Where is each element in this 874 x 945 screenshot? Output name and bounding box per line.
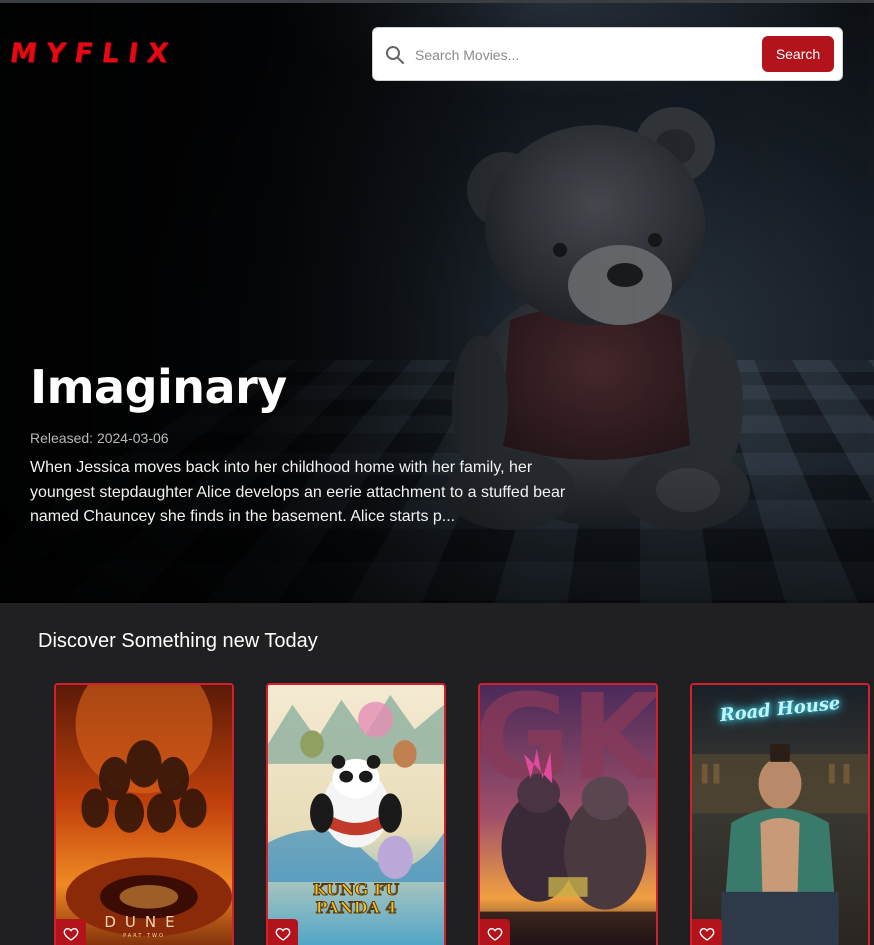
favorite-button[interactable] (56, 919, 86, 945)
movie-card-road-house[interactable]: Road House (690, 683, 870, 945)
search-bar: Search (372, 27, 843, 81)
movie-poster (56, 685, 232, 945)
svg-text:GK: GK (480, 685, 656, 807)
hero-release-label: Released: (30, 430, 94, 446)
discover-section: Discover Something new Today DUNE PART T… (0, 603, 874, 945)
hero-release-info: Released: 2024-03-06 (30, 430, 169, 446)
movie-card-godzilla-kong[interactable]: GK (478, 683, 658, 945)
heart-icon (699, 927, 715, 941)
movie-poster: GK (480, 685, 656, 945)
search-button[interactable]: Search (762, 36, 834, 72)
heart-icon (275, 927, 291, 941)
heart-icon (487, 927, 503, 941)
movie-poster (692, 685, 868, 945)
heart-icon (63, 927, 79, 941)
hero-overview: When Jessica moves back into her childho… (30, 459, 566, 525)
brand-logo[interactable]: MYFLIX (8, 38, 179, 69)
movie-card-dune[interactable]: DUNE PART TWO (54, 683, 234, 945)
search-icon (386, 46, 404, 64)
top-border (0, 0, 874, 3)
hero-release-date: 2024-03-06 (96, 430, 169, 446)
search-input[interactable] (413, 40, 753, 70)
favorite-button[interactable] (692, 919, 722, 945)
hero-title: Imaginary (30, 360, 287, 414)
hero-banner: MYFLIX Search Imaginary Released: 2024-0… (0, 0, 874, 603)
favorite-button[interactable] (268, 919, 298, 945)
movie-poster (268, 685, 444, 945)
section-title: Discover Something new Today (38, 630, 318, 652)
app: MYFLIX Search Imaginary Released: 2024-0… (0, 0, 874, 945)
movie-card-kung-fu-panda[interactable]: KUNG FU PANDA 4 (266, 683, 446, 945)
favorite-button[interactable] (480, 919, 510, 945)
